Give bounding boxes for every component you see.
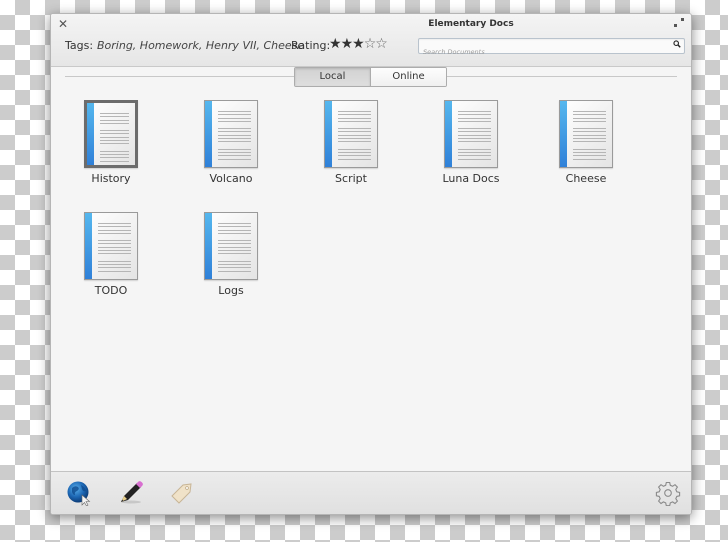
- document-icon: [204, 100, 258, 168]
- document-icon: [559, 100, 613, 168]
- document-item[interactable]: Luna Docs: [431, 100, 511, 185]
- document-text-lines: [218, 111, 251, 162]
- document-item[interactable]: Cheese: [546, 100, 626, 185]
- rating-label: Rating:: [291, 39, 331, 52]
- document-spine: [445, 101, 452, 167]
- star-5-icon[interactable]: ☆: [375, 36, 388, 52]
- rating-stars[interactable]: ★★★☆☆: [329, 36, 388, 52]
- edit-button[interactable]: [117, 480, 143, 506]
- document-item[interactable]: Volcano: [191, 100, 271, 185]
- search-icon[interactable]: [673, 40, 681, 48]
- bottom-toolbar: [51, 471, 691, 514]
- document-text-lines: [338, 111, 371, 162]
- document-icon: [84, 212, 138, 280]
- document-item[interactable]: History: [71, 100, 151, 185]
- document-text-lines: [218, 223, 251, 274]
- document-icon: [84, 100, 138, 168]
- view-switcher[interactable]: Local Online: [294, 67, 447, 87]
- document-spine: [87, 103, 94, 165]
- tab-local[interactable]: Local: [295, 68, 371, 86]
- tags-label: Tags:: [65, 39, 94, 52]
- header-bar: ✕ Elementary Docs Tags: Boring, Homework…: [51, 14, 691, 67]
- star-4-icon[interactable]: ☆: [364, 36, 377, 52]
- document-spine: [205, 213, 212, 279]
- document-label: Cheese: [565, 172, 607, 185]
- star-1-icon[interactable]: ★: [329, 36, 342, 52]
- tag-icon: [171, 483, 192, 504]
- document-spine: [560, 101, 567, 167]
- star-2-icon[interactable]: ★: [341, 36, 354, 52]
- document-icon: [444, 100, 498, 168]
- document-item[interactable]: Script: [311, 100, 391, 185]
- document-text-lines: [100, 113, 129, 164]
- globe-icon: [67, 481, 91, 507]
- document-text-lines: [458, 111, 491, 162]
- document-text-lines: [98, 223, 131, 274]
- document-label: TODO: [94, 284, 128, 297]
- globe-button[interactable]: [66, 480, 92, 507]
- pencil-icon: [121, 481, 143, 504]
- document-label: Logs: [218, 284, 244, 297]
- document-label: Luna Docs: [442, 172, 500, 185]
- document-icon: [204, 212, 258, 280]
- window-title: Elementary Docs: [428, 19, 514, 29]
- document-spine: [85, 213, 92, 279]
- gear-icon: [655, 481, 681, 507]
- tag-button[interactable]: [169, 480, 195, 506]
- document-icon: [324, 100, 378, 168]
- document-label: Script: [335, 172, 367, 185]
- tags-value[interactable]: Boring, Homework, Henry VII, Cheese: [97, 39, 304, 52]
- close-icon[interactable]: ✕: [58, 17, 68, 31]
- star-3-icon[interactable]: ★: [352, 36, 365, 52]
- maximize-icon[interactable]: [674, 18, 684, 28]
- document-text-lines: [573, 111, 606, 162]
- tab-online[interactable]: Online: [371, 68, 446, 86]
- search-input[interactable]: [419, 45, 663, 59]
- document-label: History: [91, 172, 131, 185]
- document-label: Volcano: [209, 172, 253, 185]
- document-item[interactable]: TODO: [71, 212, 151, 297]
- settings-button[interactable]: [655, 480, 681, 507]
- search-field[interactable]: [418, 38, 685, 59]
- document-spine: [325, 101, 332, 167]
- document-item[interactable]: Logs: [191, 212, 271, 297]
- app-window: ✕ Elementary Docs Tags: Boring, Homework…: [50, 13, 692, 515]
- document-spine: [205, 101, 212, 167]
